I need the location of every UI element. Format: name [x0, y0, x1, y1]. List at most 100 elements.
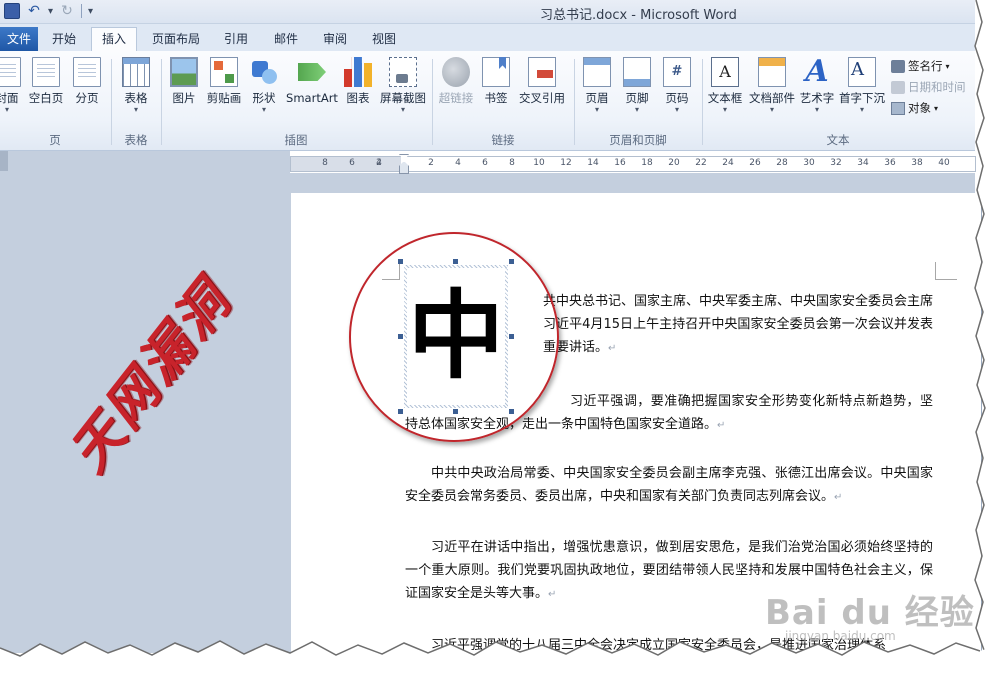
picture-button[interactable]: 图片: [166, 57, 202, 105]
margin-corner-mark: [935, 262, 957, 280]
shapes-icon: [250, 57, 278, 87]
quick-parts-icon: [758, 57, 786, 87]
tab-mailings[interactable]: 邮件: [266, 28, 306, 51]
clipart-button[interactable]: 剪贴画: [204, 57, 244, 105]
ruler-tick: 18: [641, 158, 653, 168]
signature-icon: [891, 59, 905, 73]
date-time-button[interactable]: 日期和时间: [891, 79, 966, 95]
paragraph-mark: ↵: [834, 492, 843, 503]
screenshot-button[interactable]: 屏幕截图 ▾: [378, 57, 428, 115]
highlight-circle: [349, 232, 559, 442]
tab-file[interactable]: 文件: [0, 27, 38, 51]
footer-icon: [623, 57, 651, 87]
ruler-tick: 26: [749, 158, 761, 168]
drop-cap-icon: A: [848, 57, 876, 87]
ruler-tick: 24: [722, 158, 734, 168]
ruler-tick: 38: [911, 158, 923, 168]
redo-icon[interactable]: ↻: [59, 3, 75, 19]
ribbon-tabs: 文件 开始 插入 页面布局 引用 邮件 审阅 视图: [0, 24, 975, 51]
smartart-icon: [298, 63, 326, 81]
page-break-button[interactable]: 分页: [70, 57, 104, 105]
page-break-icon: [73, 57, 101, 87]
watermark-url: jingyan.baidu.com: [785, 629, 896, 643]
screenshot-icon: [389, 57, 417, 87]
torn-edge-right: [974, 0, 1000, 676]
quick-parts-button[interactable]: 文档部件 ▾: [748, 57, 796, 115]
ruler-tick: 4: [455, 158, 461, 168]
ruler-tick: 20: [668, 158, 680, 168]
ruler-tick: 22: [695, 158, 707, 168]
header-icon: [583, 57, 611, 87]
page-number-button[interactable]: # 页码 ▾: [660, 57, 694, 115]
ruler-tick: 2: [428, 158, 434, 168]
ruler-tick: 34: [857, 158, 869, 168]
cover-page-icon: [0, 57, 21, 87]
wordart-button[interactable]: A 艺术字 ▾: [798, 57, 836, 115]
ruler-tick: 36: [884, 158, 896, 168]
chart-button[interactable]: 图表: [342, 57, 374, 105]
smartart-button[interactable]: SmartArt: [285, 57, 339, 105]
tab-references[interactable]: 引用: [216, 28, 256, 51]
paragraph-1[interactable]: 共中央总书记、国家主席、中央军委主席、中央国家安全委员会主席习近平4月15日上午…: [543, 290, 933, 360]
bookmark-button[interactable]: 书签: [480, 57, 512, 105]
ribbon-insert: 封面 ▾ 空白页 分页 页 表格 ▾ 表格 图片 剪贴画 形状 ▾ SmartA…: [0, 51, 975, 151]
blank-page-button[interactable]: 空白页: [26, 57, 66, 105]
ruler-tick: 8: [509, 158, 515, 168]
ruler-corner[interactable]: [0, 151, 8, 171]
wordart-icon: A: [805, 54, 829, 89]
cross-reference-button[interactable]: 交叉引用: [516, 57, 568, 105]
ruler-gutter: [0, 151, 290, 173]
cross-reference-icon: [528, 57, 556, 87]
calendar-icon: [891, 80, 905, 94]
hyperlink-button[interactable]: 超链接: [437, 57, 475, 105]
tab-insert[interactable]: 插入: [91, 27, 137, 51]
text-box-icon: A: [711, 57, 739, 87]
group-label-header-footer: 页眉和页脚: [609, 133, 667, 147]
group-label-links: 链接: [491, 133, 515, 147]
horizontal-ruler[interactable]: 8 6 4 2 2 4 6 8 10 12 14 16 18 20 22 24 …: [290, 154, 976, 174]
baidu-watermark: Bai du 经验 jingyan.baidu.com: [765, 585, 975, 643]
tab-review[interactable]: 审阅: [315, 28, 355, 51]
ruler-tick: 32: [830, 158, 842, 168]
calligraphy-text: 天网漏洞: [57, 269, 244, 484]
cover-page-button[interactable]: 封面 ▾: [0, 57, 22, 115]
tab-page-layout[interactable]: 页面布局: [146, 28, 206, 51]
signature-line-button[interactable]: 签名行 ▾: [891, 58, 950, 74]
shapes-button[interactable]: 形状 ▾: [248, 57, 280, 115]
ruler-tick: 40: [938, 158, 950, 168]
chart-icon: [344, 57, 372, 87]
header-button[interactable]: 页眉 ▾: [580, 57, 614, 115]
customize-qat-icon[interactable]: ▾: [88, 6, 93, 17]
text-box-button[interactable]: A 文本框 ▾: [706, 57, 744, 115]
ruler-tick: 12: [560, 158, 572, 168]
paragraph-mark: ↵: [608, 343, 617, 354]
calligraphy-stamp: 天网漏洞: [40, 220, 280, 484]
group-label-pages: 页: [49, 133, 61, 147]
ruler-tick: 30: [803, 158, 815, 168]
drop-cap-button[interactable]: A 首字下沉 ▾: [838, 57, 886, 115]
tab-home[interactable]: 开始: [44, 28, 84, 51]
ruler-tick: 8: [322, 158, 328, 168]
ruler-tick: 14: [587, 158, 599, 168]
table-icon: [122, 57, 150, 87]
group-label-text: 文本: [826, 133, 850, 147]
chevron-down-icon[interactable]: ▾: [48, 6, 53, 17]
object-button[interactable]: 对象 ▾: [891, 100, 938, 116]
undo-icon[interactable]: ↶: [26, 3, 42, 19]
blank-page-icon: [32, 57, 60, 87]
bookmark-icon: [482, 57, 510, 87]
paragraph-mark: ↵: [548, 589, 557, 600]
save-icon[interactable]: [4, 3, 20, 19]
ruler-tick: 28: [776, 158, 788, 168]
footer-button[interactable]: 页脚 ▾: [620, 57, 654, 115]
page-number-icon: #: [663, 57, 691, 87]
divider: [81, 4, 83, 18]
paragraph-3[interactable]: 中共中央政治局常委、中央国家安全委员会副主席李克强、张德江出席会议。中央国家安全…: [405, 462, 933, 509]
ruler-tick: 6: [482, 158, 488, 168]
picture-icon: [170, 57, 198, 87]
tab-view[interactable]: 视图: [364, 28, 404, 51]
window-title: 习总书记.docx - Microsoft Word: [540, 8, 737, 23]
table-button[interactable]: 表格 ▾: [117, 57, 155, 115]
quick-access-toolbar: ↶ ▾ ↻ ▾: [4, 3, 93, 19]
ruler-tick: 6: [349, 158, 355, 168]
